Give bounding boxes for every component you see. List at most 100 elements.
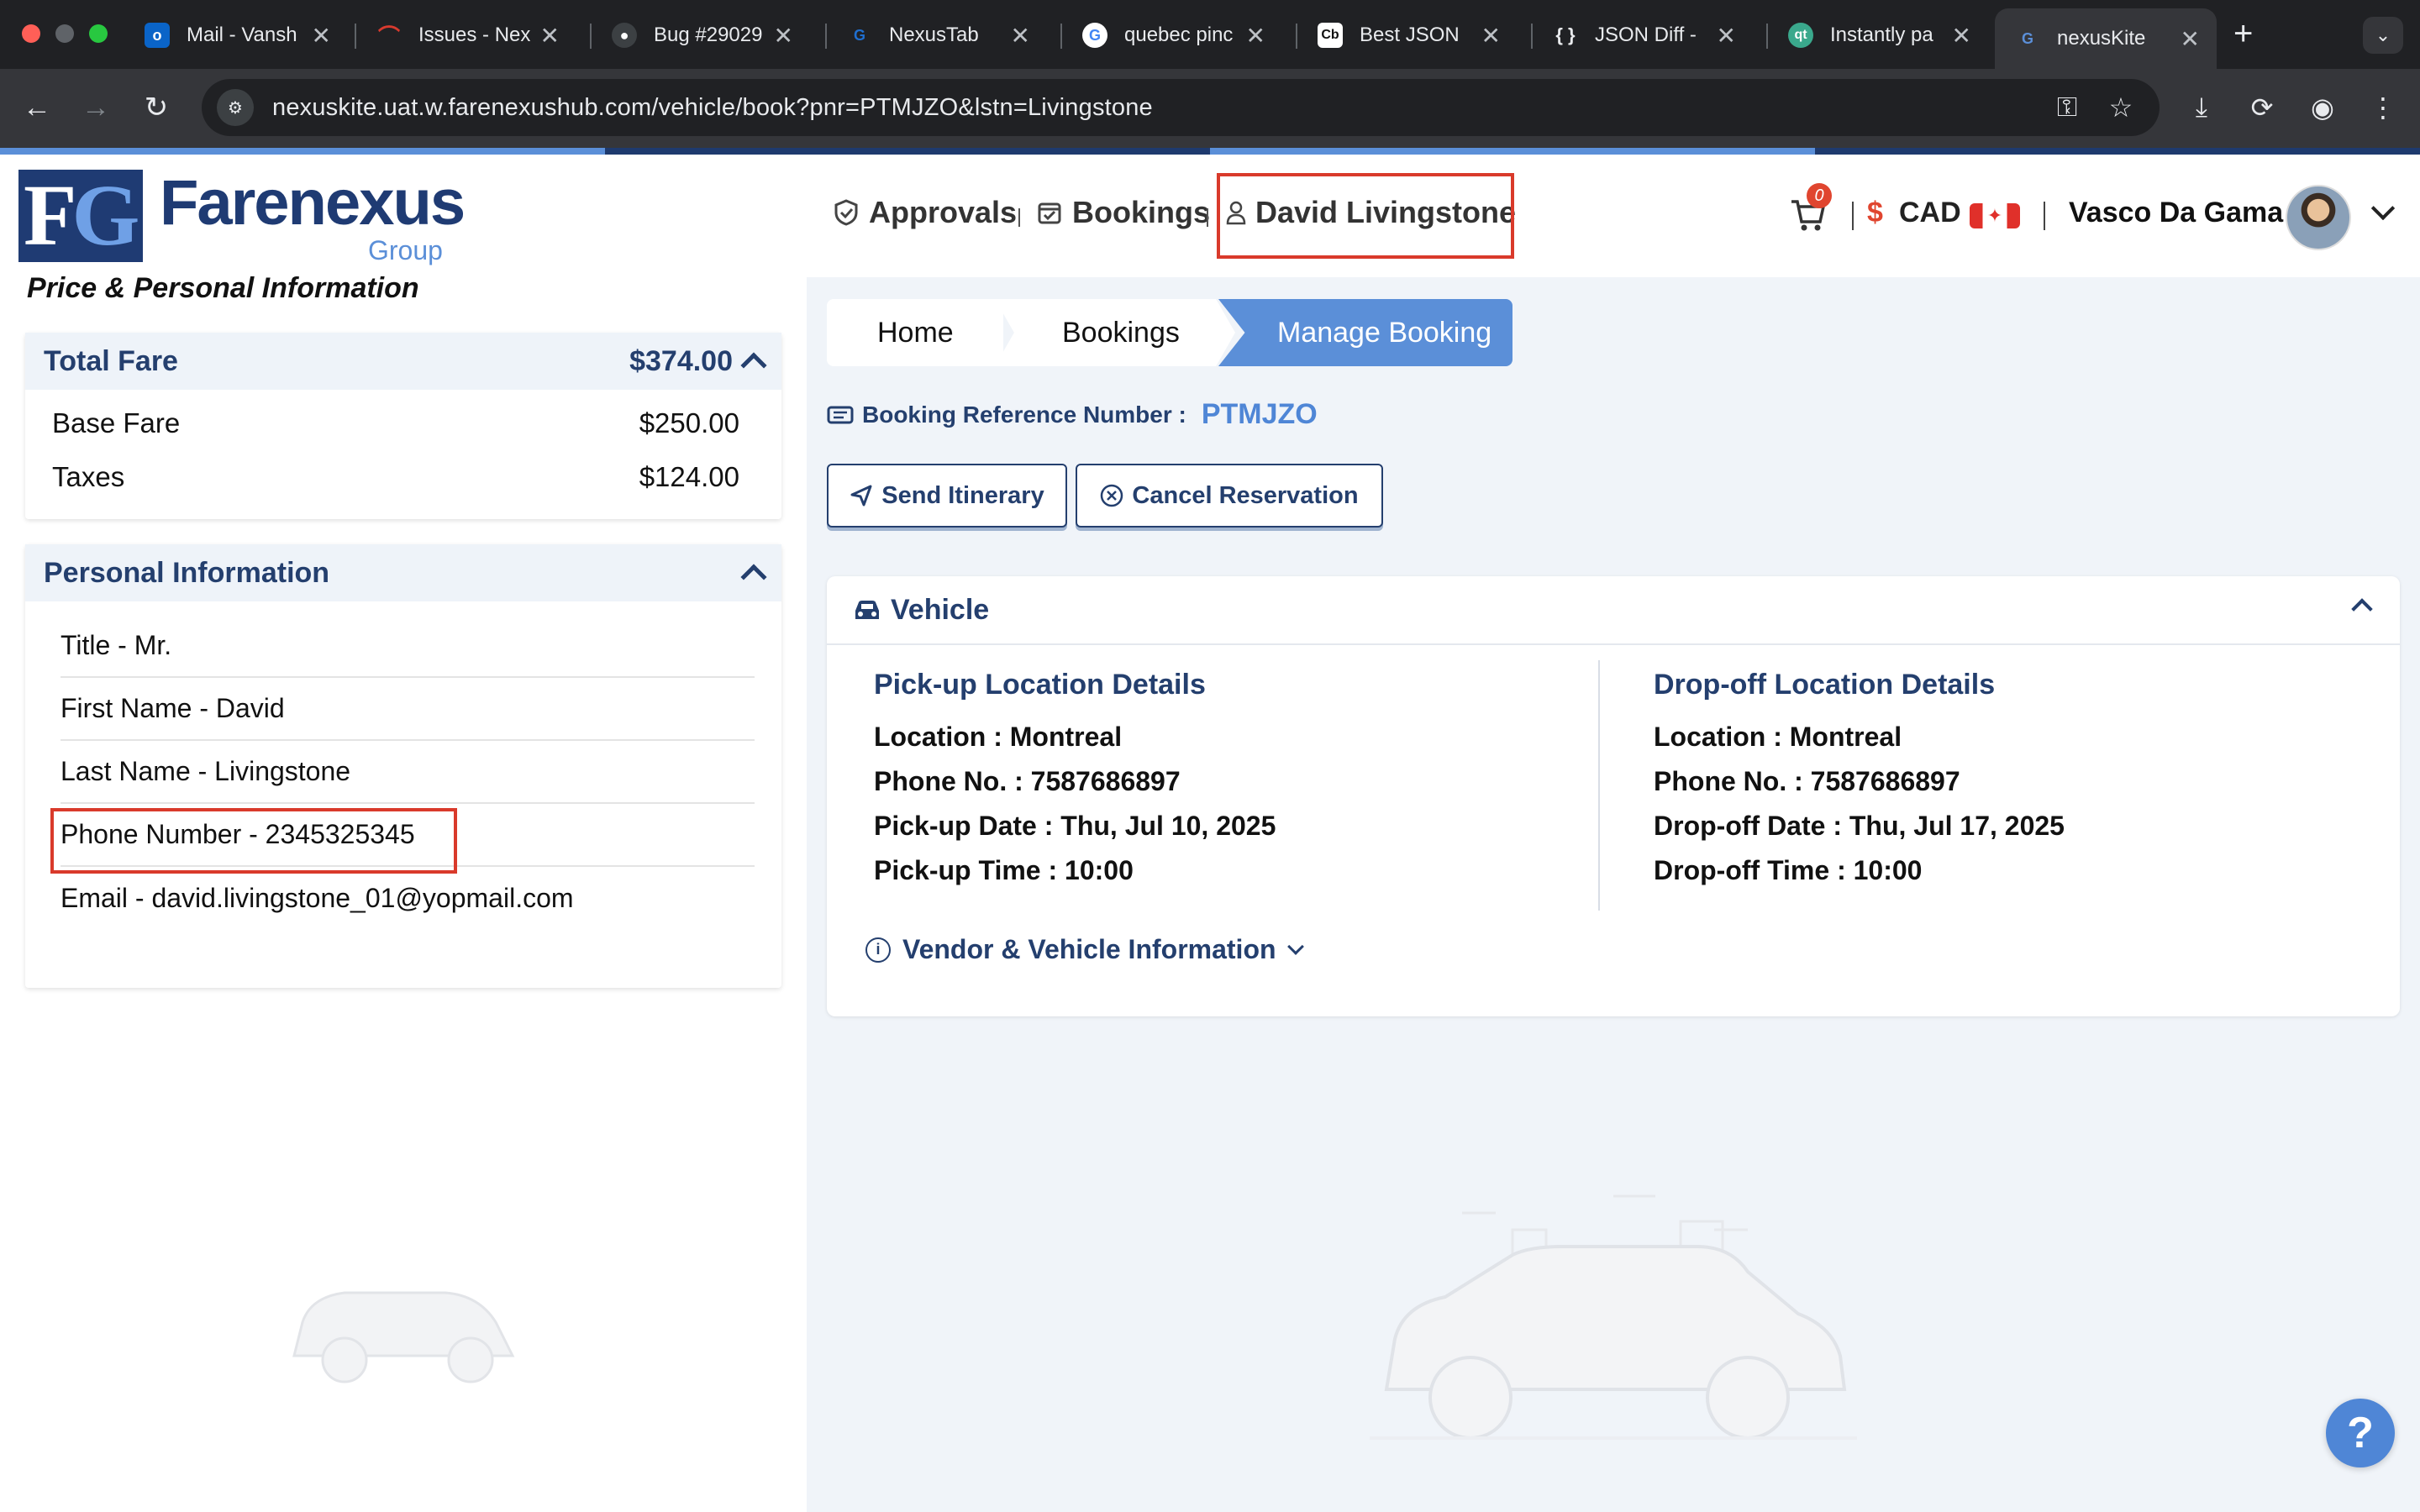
browser-tab[interactable]: ● Bug #29029 ✕ xyxy=(592,8,810,62)
close-tab-icon[interactable]: ✕ xyxy=(1717,22,1736,50)
close-tab-icon[interactable]: ✕ xyxy=(1952,22,1971,50)
calendar-check-icon xyxy=(1035,198,1064,227)
browser-tab[interactable]: o Mail - Vansh ✕ xyxy=(124,8,348,62)
address-bar[interactable]: ⚙ nexuskite.uat.w.farenexushub.com/vehic… xyxy=(202,79,2160,136)
vendor-vehicle-info-toggle[interactable]: i Vendor & Vehicle Information xyxy=(865,934,1304,965)
pickup-details: Pick-up Location Details Location : Mont… xyxy=(874,669,1276,893)
logo-mark: FG xyxy=(18,170,143,262)
forward-icon[interactable]: → xyxy=(77,89,114,126)
reload-icon[interactable]: ↻ xyxy=(138,89,175,126)
fare-title: Total Fare xyxy=(44,344,178,377)
fare-row-value: $124.00 xyxy=(639,461,739,492)
personal-info-header[interactable]: Personal Information xyxy=(25,544,781,601)
nexuskite-icon: G xyxy=(2021,29,2033,47)
browser-tab-active[interactable]: G nexusKite ✕ xyxy=(1995,8,2217,69)
new-tab-icon[interactable]: + xyxy=(2233,15,2253,53)
browser-tab[interactable]: Cb Best JSON ✕ xyxy=(1297,8,1518,62)
close-tab-icon[interactable]: ✕ xyxy=(1481,22,1501,50)
section-caption: Price & Personal Information xyxy=(27,272,419,304)
vehicle-card: Vehicle Pick-up Location Details Locatio… xyxy=(827,576,2400,1016)
ticket-icon xyxy=(827,406,854,423)
breadcrumb-current: Manage Booking xyxy=(1218,299,1512,366)
close-tab-icon[interactable]: ✕ xyxy=(774,22,793,50)
browser-tab[interactable]: G NexusTab ✕ xyxy=(827,8,1047,62)
car-illustration-icon xyxy=(292,1291,515,1383)
site-settings-icon[interactable]: ⚙ xyxy=(217,89,254,126)
fare-row-label: Base Fare xyxy=(52,407,181,438)
window-minimize-button[interactable] xyxy=(55,24,74,43)
pickup-date: Pick-up Date : Thu, Jul 10, 2025 xyxy=(874,811,1276,841)
cancel-reservation-button[interactable]: Cancel Reservation xyxy=(1076,464,1383,528)
extension-icon[interactable]: ⟳ xyxy=(2242,87,2282,128)
fare-card: Total Fare $374.00 Base Fare $250.00 Tax… xyxy=(25,333,781,519)
logo-name: Farenexus xyxy=(160,167,466,239)
browser-tab[interactable]: G quebec pinc ✕ xyxy=(1062,8,1282,62)
pickup-time: Pick-up Time : 10:00 xyxy=(874,855,1134,885)
logo-group: Group xyxy=(368,235,443,265)
fare-row: Base Fare $250.00 xyxy=(25,396,781,450)
close-tab-icon[interactable]: ✕ xyxy=(1011,22,1030,50)
nexus-icon: G xyxy=(853,26,865,44)
car-city-illustration-icon xyxy=(1370,1194,1857,1440)
booking-reference-label: Booking Reference Number : xyxy=(862,401,1186,428)
nav-approvals[interactable]: Approvals xyxy=(832,195,1017,230)
close-tab-icon[interactable]: ✕ xyxy=(2181,25,2200,53)
download-icon[interactable]: ⤓ xyxy=(2181,87,2222,128)
close-tab-icon[interactable]: ✕ xyxy=(312,22,331,50)
booking-reference-value: PTMJZO xyxy=(1201,398,1318,430)
chevron-up-icon[interactable] xyxy=(740,352,767,379)
farenexus-logo[interactable]: FG Farenexus Group xyxy=(18,166,466,265)
personal-first-name-row: First Name - David xyxy=(60,678,755,741)
fare-row: Taxes $124.00 xyxy=(25,450,781,504)
dropoff-heading: Drop-off Location Details xyxy=(1654,669,1996,701)
qt-icon: qt xyxy=(1788,23,1813,48)
menu-icon[interactable]: ⋮ xyxy=(2363,87,2403,128)
fare-row-label: Taxes xyxy=(52,461,125,492)
currency-symbol: $ xyxy=(1867,197,1883,228)
dropoff-location: Location : Montreal xyxy=(1654,722,1902,752)
vehicle-card-header[interactable]: Vehicle xyxy=(827,576,2400,645)
fare-row-value: $250.00 xyxy=(639,407,739,438)
close-tab-icon[interactable]: ✕ xyxy=(540,22,560,50)
info-icon: i xyxy=(865,937,891,963)
breadcrumb: Home Bookings Manage Booking xyxy=(827,299,1512,366)
profile-icon[interactable]: ◉ xyxy=(2302,87,2343,128)
window-close-button[interactable] xyxy=(22,24,40,43)
personal-title-row: Title - Mr. xyxy=(60,615,755,678)
chevron-down-icon[interactable] xyxy=(2370,196,2396,221)
browser-tab[interactable]: { } JSON Diff - ✕ xyxy=(1533,8,1753,62)
tab-search-icon[interactable]: ⌄ xyxy=(2363,17,2403,54)
booking-reference: Booking Reference Number : PTMJZO xyxy=(827,398,1318,431)
bug-tracker-icon: ● xyxy=(612,23,637,48)
personal-info-card: Personal Information Title - Mr. First N… xyxy=(25,544,781,988)
browser-tab[interactable]: qt Instantly pa ✕ xyxy=(1768,8,1988,62)
window-maximize-button[interactable] xyxy=(89,24,108,43)
pickup-location: Location : Montreal xyxy=(874,722,1123,752)
breadcrumb-home[interactable]: Home xyxy=(827,299,1003,366)
url-text[interactable]: nexuskite.uat.w.farenexushub.com/vehicle… xyxy=(272,94,1153,122)
avatar[interactable] xyxy=(2286,185,2351,250)
fare-card-header[interactable]: Total Fare $374.00 xyxy=(25,333,781,390)
personal-last-name-row: Last Name - Livingstone xyxy=(60,741,755,804)
braces-icon: { } xyxy=(1555,24,1576,45)
nav-bookings[interactable]: Bookings xyxy=(1035,195,1210,230)
password-key-icon[interactable]: ⚿ xyxy=(2047,87,2087,128)
browser-tab[interactable]: ⌒ Issues - Nex ✕ xyxy=(356,8,576,62)
close-tab-icon[interactable]: ✕ xyxy=(1246,22,1265,50)
bookmark-star-icon[interactable]: ☆ xyxy=(2101,87,2141,128)
send-itinerary-button[interactable]: Send Itinerary xyxy=(827,464,1067,528)
location-divider xyxy=(1598,660,1600,911)
back-icon[interactable]: ← xyxy=(18,89,55,126)
user-name[interactable]: Vasco Da Gama xyxy=(2069,197,2283,229)
shield-check-icon xyxy=(832,198,860,227)
cb-icon: Cb xyxy=(1318,23,1343,48)
dropoff-phone: Phone No. : 7587686897 xyxy=(1654,766,1960,796)
google-icon: G xyxy=(1082,23,1107,48)
breadcrumb-bookings[interactable]: Bookings xyxy=(995,299,1235,366)
help-button[interactable]: ? xyxy=(2326,1399,2395,1467)
chevron-down-icon xyxy=(1286,937,1304,955)
top-header: Approvals Bookings David Livingstone 0 $… xyxy=(807,155,2420,277)
browser-tab-bar: o Mail - Vansh ✕ ⌒ Issues - Nex ✕ ● Bug … xyxy=(0,0,2420,69)
chevron-up-icon[interactable] xyxy=(740,564,767,591)
currency-selector[interactable]: CAD xyxy=(1899,197,1961,229)
